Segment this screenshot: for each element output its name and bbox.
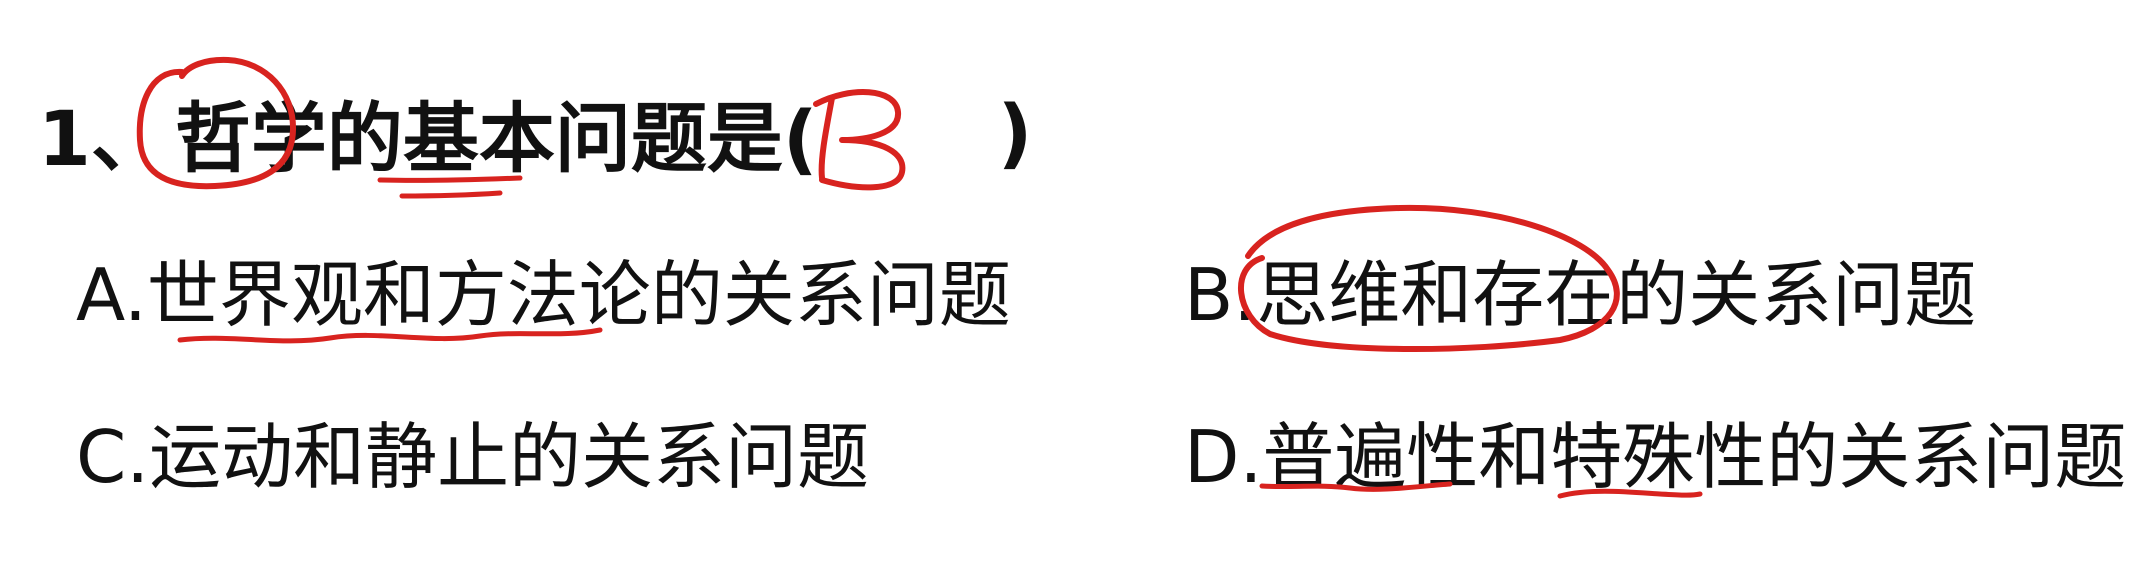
question-close-paren: ) — [997, 87, 1033, 177]
question-line: 1、 哲学的基本问题是( ) — [38, 72, 1032, 192]
option-d: D.普遍性和特殊性的关系问题 — [1184, 414, 2127, 499]
question-number: 1、 — [38, 94, 167, 183]
option-c: C.运动和静止的关系问题 — [76, 414, 870, 499]
underline-jiben-2 — [399, 190, 503, 199]
option-a: A.世界观和方法论的关系问题 — [76, 252, 1011, 337]
option-b: B.思维和存在的关系问题 — [1184, 252, 1977, 337]
question-text: 哲学的基本问题是( — [174, 94, 818, 183]
